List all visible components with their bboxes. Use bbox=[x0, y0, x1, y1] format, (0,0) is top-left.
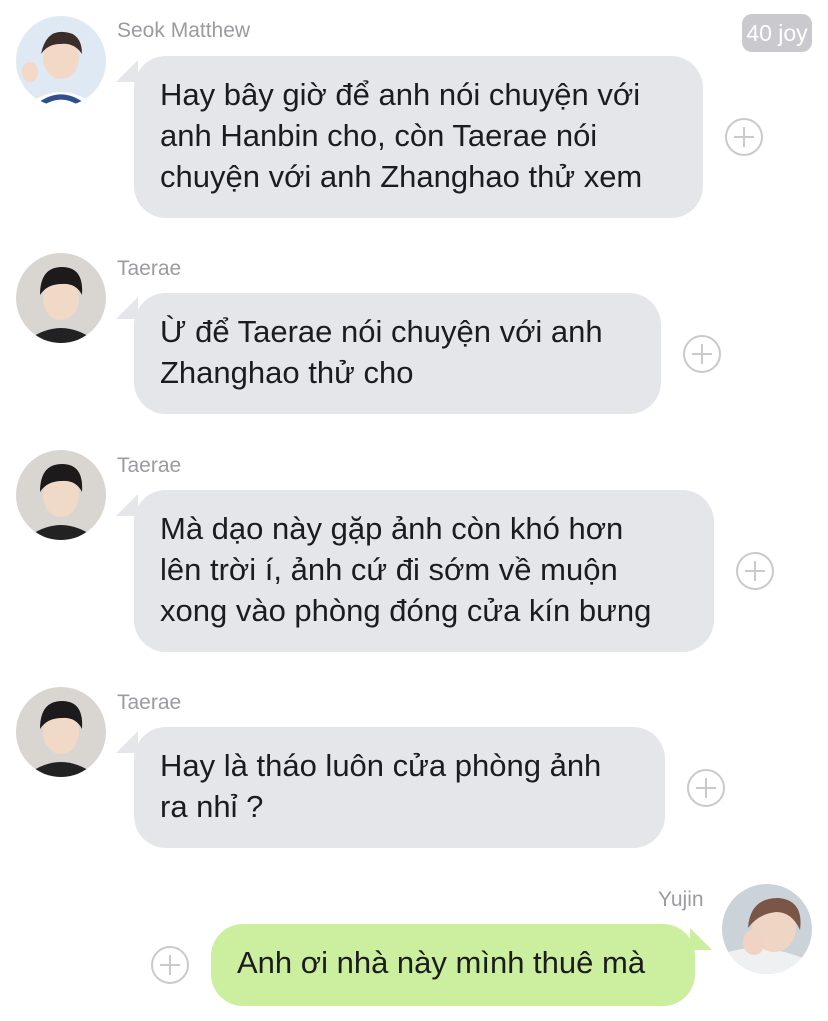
sender-name: Yujin bbox=[658, 888, 704, 911]
message-line: Zhanghao thử cho bbox=[160, 355, 414, 390]
avatar[interactable] bbox=[16, 253, 106, 343]
avatar[interactable] bbox=[722, 884, 812, 974]
message-line: anh Hanbin cho, còn Taerae nói bbox=[160, 118, 598, 153]
sender-name: Taerae bbox=[117, 691, 182, 714]
message-line: Ừ để Taerae nói chuyện với anh bbox=[160, 314, 603, 349]
message-line: Anh ơi nhà này mình thuê mà bbox=[237, 945, 646, 980]
add-reaction-icon[interactable] bbox=[683, 335, 721, 373]
message-bubble[interactable]: Anh ơi nhà này mình thuê mà bbox=[211, 924, 695, 1006]
avatar[interactable] bbox=[16, 16, 106, 106]
sender-name: Taerae bbox=[117, 257, 182, 280]
message-line: xong vào phòng đóng cửa kín bưng bbox=[160, 593, 652, 628]
add-reaction-icon[interactable] bbox=[687, 769, 725, 807]
message-bubble[interactable]: Mà dạo này gặp ảnh còn khó hơn lên trời … bbox=[134, 490, 714, 652]
reaction-count-badge: 40 joy bbox=[742, 14, 812, 52]
avatar[interactable] bbox=[16, 450, 106, 540]
add-reaction-icon[interactable] bbox=[725, 118, 763, 156]
message-line: lên trời í, ảnh cứ đi sớm về muộn bbox=[160, 552, 618, 587]
message-line: ra nhỉ ? bbox=[160, 789, 264, 824]
sender-name: Seok Matthew bbox=[117, 19, 251, 42]
sender-name: Taerae bbox=[117, 454, 182, 477]
message-line: Mà dạo này gặp ảnh còn khó hơn bbox=[160, 511, 624, 546]
message-line: Hay bây giờ để anh nói chuyện với bbox=[160, 77, 641, 112]
add-reaction-icon[interactable] bbox=[151, 946, 189, 984]
message-bubble[interactable]: Hay bây giờ để anh nói chuyện với anh Ha… bbox=[134, 56, 703, 218]
message-bubble[interactable]: Ừ để Taerae nói chuyện với anh Zhanghao … bbox=[134, 293, 661, 414]
message-line: chuyện với anh Zhanghao thử xem bbox=[160, 159, 643, 194]
add-reaction-icon[interactable] bbox=[736, 552, 774, 590]
message-line: Hay là tháo luôn cửa phòng ảnh bbox=[160, 748, 602, 783]
avatar[interactable] bbox=[16, 687, 106, 777]
message-bubble[interactable]: Hay là tháo luôn cửa phòng ảnh ra nhỉ ? bbox=[134, 727, 665, 848]
